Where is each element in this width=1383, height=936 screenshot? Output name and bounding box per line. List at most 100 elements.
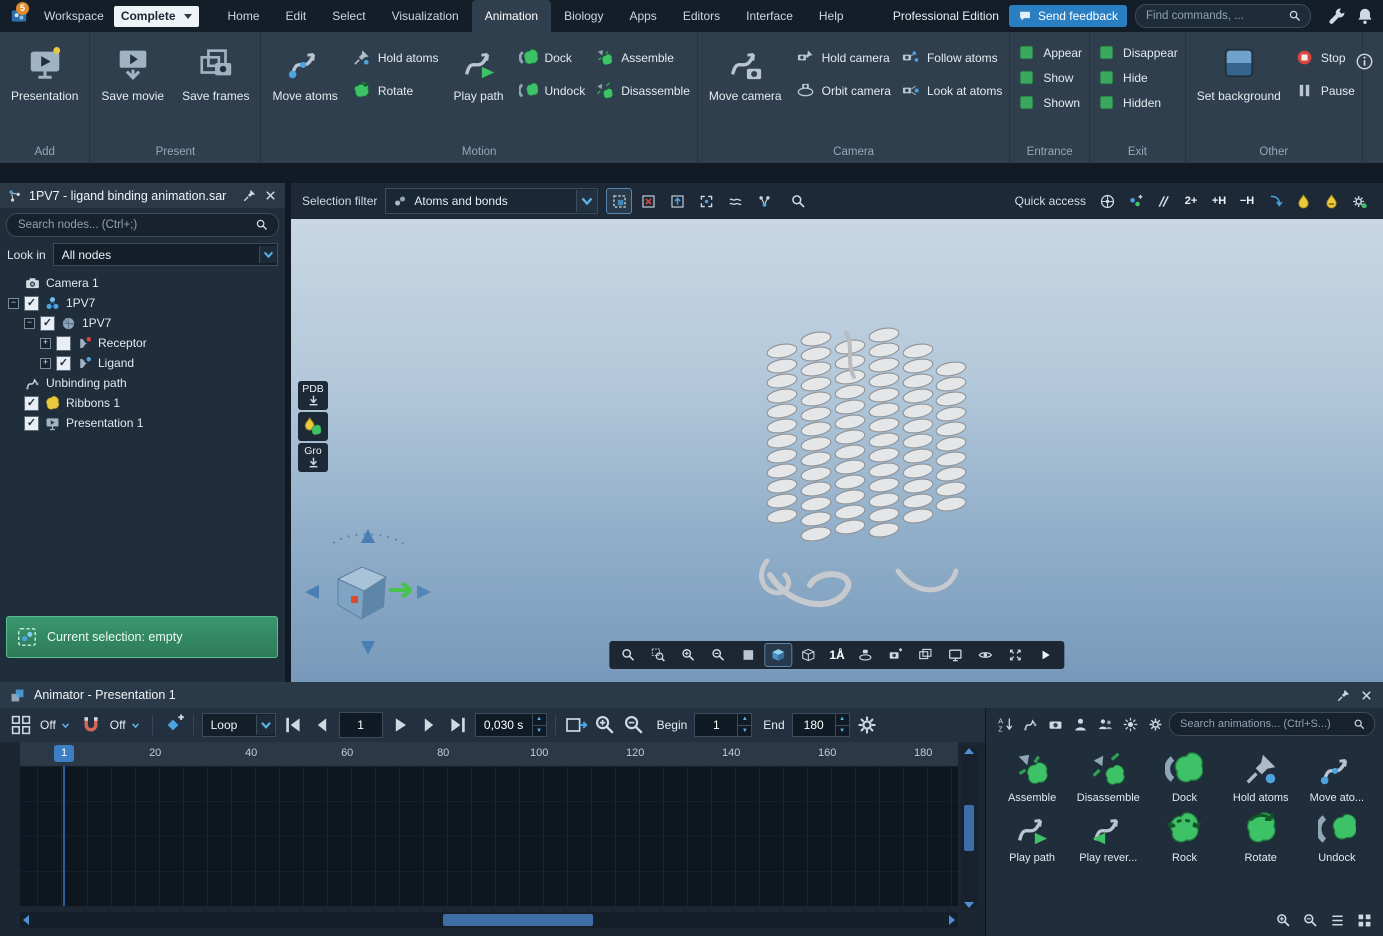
- ribbon-button-save-movie[interactable]: Save movie: [97, 32, 168, 103]
- menu-apps[interactable]: Apps: [616, 0, 669, 32]
- frame-time-input[interactable]: [476, 714, 532, 736]
- solvate-button[interactable]: [1290, 188, 1316, 214]
- app-menu-button[interactable]: 5: [8, 5, 32, 27]
- zoom-out-button[interactable]: [704, 643, 732, 667]
- menu-visualization[interactable]: Visualization: [379, 0, 472, 32]
- spin-down[interactable]: ▼: [836, 726, 849, 737]
- add-atoms-button[interactable]: [1122, 188, 1148, 214]
- grid-view-button[interactable]: [1353, 909, 1375, 931]
- fit-to-view-button[interactable]: [1002, 643, 1030, 667]
- expand-selection-button[interactable]: [693, 188, 719, 214]
- next-frame-button[interactable]: [417, 713, 441, 737]
- workspace-dropdown[interactable]: Complete: [114, 6, 199, 27]
- tree-item-ligand[interactable]: +✓Ligand: [4, 353, 285, 373]
- ribbon-button-orbit-camera[interactable]: Orbit camera: [796, 81, 891, 100]
- selection-filter-dropdown[interactable]: Atoms and bonds: [385, 188, 598, 214]
- tree-expander[interactable]: +: [40, 358, 51, 369]
- list-view-button[interactable]: [1326, 909, 1348, 931]
- go-to-end-button[interactable]: [446, 713, 470, 737]
- timeline-grid[interactable]: [20, 766, 958, 906]
- orientation-widget[interactable]: [293, 517, 443, 667]
- send-feedback-button[interactable]: Send feedback: [1009, 5, 1127, 27]
- loop-dropdown[interactable]: Loop: [202, 713, 276, 737]
- timeline-zoom-out-button[interactable]: [622, 713, 646, 737]
- ribbon-button-disappear[interactable]: Disappear: [1097, 43, 1178, 62]
- animation-item-disassemble[interactable]: Disassemble: [1070, 750, 1146, 804]
- tree-item-1pv7[interactable]: −✓1PV7: [4, 293, 285, 313]
- snap-toggle-dropdown[interactable]: Off: [108, 718, 144, 732]
- ribbon-button-assemble[interactable]: Assemble: [595, 48, 690, 67]
- scrollbar-thumb[interactable]: [443, 914, 593, 926]
- play-button[interactable]: [388, 713, 412, 737]
- tree-item-unbinding-path[interactable]: Unbinding path: [4, 373, 285, 393]
- effect-animations-button[interactable]: [1119, 713, 1142, 736]
- visibility-checkbox[interactable]: ✓: [40, 316, 55, 331]
- grid-toggle-dropdown[interactable]: Off: [38, 718, 74, 732]
- zoom-tool-button[interactable]: [614, 643, 642, 667]
- fetch-gro-button[interactable]: Gro: [298, 443, 328, 472]
- minimize-button[interactable]: [1262, 188, 1288, 214]
- ribbon-button-set-background[interactable]: Set background: [1193, 32, 1285, 103]
- remove-hydrogens-button[interactable]: −H: [1234, 188, 1260, 214]
- sort-az-button[interactable]: AZ: [994, 713, 1017, 736]
- tree-expander[interactable]: −: [8, 298, 19, 309]
- ribbon-button-pause[interactable]: Pause: [1295, 81, 1355, 100]
- menu-editors[interactable]: Editors: [670, 0, 733, 32]
- menu-home[interactable]: Home: [215, 0, 273, 32]
- pin-panel-icon[interactable]: [242, 188, 257, 203]
- ribbon-button-hidden[interactable]: Hidden: [1097, 93, 1178, 112]
- ribbon-button-look-at-atoms[interactable]: Look at atoms: [901, 81, 1002, 100]
- spin-down[interactable]: ▼: [533, 726, 546, 737]
- ribbon-button-move-camera[interactable]: Move camera: [705, 32, 786, 103]
- ribbon-button-save-frames[interactable]: Save frames: [178, 32, 253, 103]
- camera-animations-button[interactable]: [1044, 713, 1067, 736]
- quick-fetch-button[interactable]: [298, 412, 328, 441]
- go-to-start-button[interactable]: [281, 713, 305, 737]
- set-charge-button[interactable]: 2+: [1178, 188, 1204, 214]
- animation-item-assemble[interactable]: Assemble: [994, 750, 1070, 804]
- ribbon-button-stop[interactable]: Stop: [1295, 48, 1355, 67]
- play-presentation-button[interactable]: [1032, 643, 1060, 667]
- search-animations-input[interactable]: [1178, 717, 1353, 731]
- menu-help[interactable]: Help: [806, 0, 857, 32]
- timeline-vertical-scrollbar[interactable]: [961, 746, 977, 910]
- info-button[interactable]: [1355, 52, 1374, 71]
- timeline-horizontal-scrollbar[interactable]: [20, 912, 958, 928]
- spin-up[interactable]: ▲: [836, 714, 849, 726]
- tree-item-ribbons-1[interactable]: ✓Ribbons 1: [4, 393, 285, 413]
- animation-item-hold-atoms[interactable]: Hold atoms: [1223, 750, 1299, 804]
- stereo-view-button[interactable]: [794, 643, 822, 667]
- animation-item-move-ato[interactable]: Move ato...: [1299, 750, 1375, 804]
- select-similar-button[interactable]: [722, 188, 748, 214]
- add-keyframe-button[interactable]: [161, 713, 185, 737]
- close-panel-icon[interactable]: [263, 188, 278, 203]
- spin-up[interactable]: ▲: [738, 714, 751, 726]
- close-panel-icon[interactable]: [1359, 688, 1374, 703]
- look-in-dropdown[interactable]: All nodes: [53, 243, 278, 266]
- add-hydrogens-button[interactable]: +H: [1206, 188, 1232, 214]
- snap-toggle-icon[interactable]: [79, 713, 103, 737]
- visibility-checkbox[interactable]: ✓: [24, 416, 39, 431]
- timeline-ruler[interactable]: 120406080100120140160180: [20, 742, 958, 767]
- desolvate-button[interactable]: [1318, 188, 1344, 214]
- current-frame-marker[interactable]: 1: [54, 745, 74, 762]
- ribbon-button-dock[interactable]: Dock: [519, 48, 586, 67]
- animation-item-play-path[interactable]: Play path: [994, 810, 1070, 864]
- visibility-checkbox[interactable]: ✓: [24, 396, 39, 411]
- current-frame-input[interactable]: [339, 712, 383, 738]
- palette-settings-button[interactable]: [1144, 713, 1167, 736]
- turntable-button[interactable]: [852, 643, 880, 667]
- tree-expander[interactable]: +: [40, 338, 51, 349]
- animation-item-rotate[interactable]: Rotate: [1223, 810, 1299, 864]
- playhead[interactable]: [63, 766, 65, 906]
- menu-edit[interactable]: Edit: [273, 0, 320, 32]
- timeline-zoom-in-button[interactable]: [593, 713, 617, 737]
- visibility-button[interactable]: [972, 643, 1000, 667]
- search-nodes-input[interactable]: [16, 218, 255, 232]
- tools-icon[interactable]: [1327, 6, 1347, 26]
- orthographic-view-button[interactable]: [734, 643, 762, 667]
- deselect-all-button[interactable]: [635, 188, 661, 214]
- tree-item-receptor[interactable]: +Receptor: [4, 333, 285, 353]
- zoom-to-selection-button[interactable]: [785, 188, 811, 214]
- visibility-checkbox[interactable]: [56, 336, 71, 351]
